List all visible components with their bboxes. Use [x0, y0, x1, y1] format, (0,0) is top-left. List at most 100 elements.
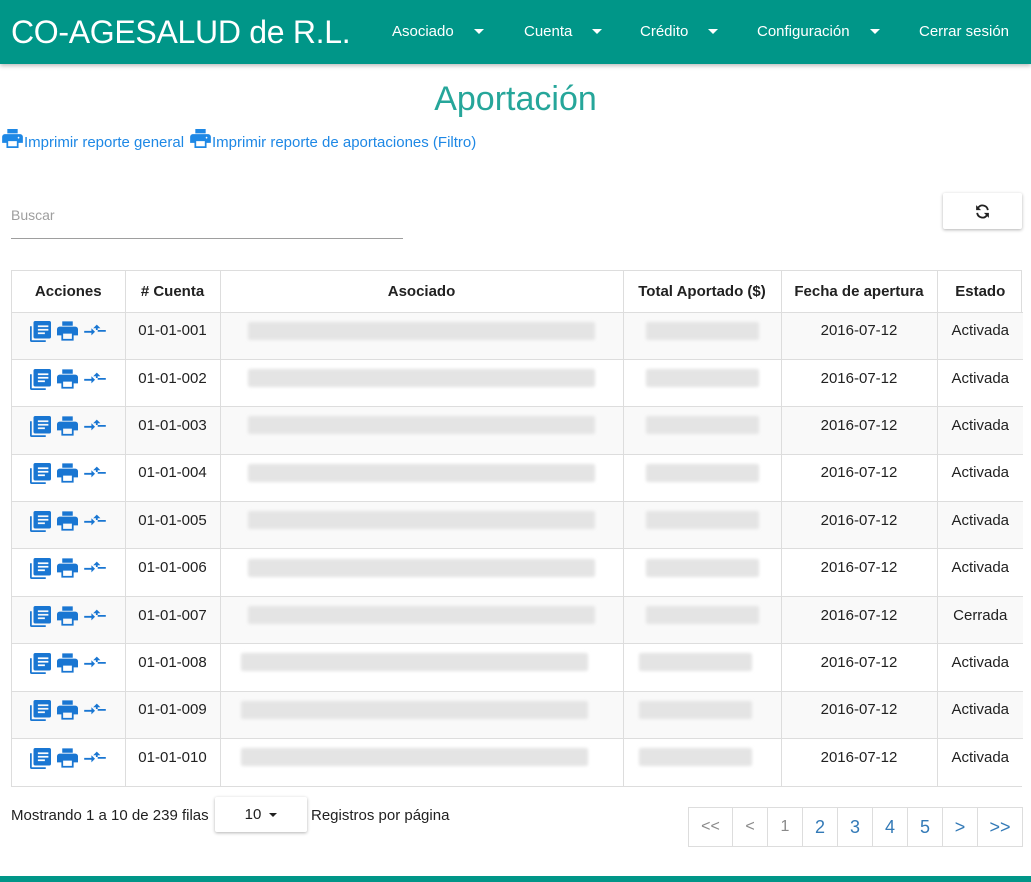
total-cell-redacted [622, 548, 781, 597]
table-row: 01-01-006 2016-07-12 Activada [12, 548, 1023, 597]
printer-icon[interactable] [57, 748, 79, 769]
table-row: 01-01-002 2016-07-12 Activada [12, 358, 1023, 407]
printer-icon[interactable] [57, 463, 79, 484]
menu-configuracion[interactable]: Configuración [757, 22, 880, 42]
page-prev[interactable]: < [732, 807, 768, 847]
actions-cell [12, 595, 125, 644]
column-header-fecha[interactable]: Fecha de apertura [780, 271, 937, 313]
printer-icon[interactable] [57, 416, 79, 437]
actions-cell [12, 643, 125, 692]
transfer-icon[interactable] [84, 321, 107, 342]
cuenta-cell: 01-01-004 [124, 453, 220, 502]
refresh-button[interactable] [943, 193, 1022, 229]
estado-cell: Activada [936, 501, 1023, 549]
redacted-name [241, 653, 588, 672]
transfer-icon[interactable] [84, 463, 107, 484]
printer-icon[interactable] [57, 558, 79, 579]
asociado-cell-redacted [219, 643, 623, 692]
document-icon[interactable] [30, 510, 52, 532]
redacted-amount [645, 463, 759, 482]
printer-icon[interactable] [57, 700, 79, 721]
actions-cell [12, 738, 125, 786]
fecha-cell: 2016-07-12 [780, 643, 937, 692]
estado-cell: Activada [936, 358, 1023, 407]
redacted-name [248, 606, 595, 625]
search-field [11, 200, 403, 239]
menu-credito[interactable]: Crédito [640, 22, 719, 42]
transfer-icon[interactable] [84, 369, 107, 390]
document-icon[interactable] [30, 747, 52, 769]
table-row: 01-01-010 2016-07-12 Activada [12, 738, 1023, 786]
table-row: 01-01-007 2016-07-12 Cerrada [12, 595, 1023, 644]
search-input[interactable] [11, 200, 403, 230]
footer-bar [0, 876, 1031, 882]
column-header-total[interactable]: Total Aportado ($) [622, 271, 781, 313]
transfer-icon[interactable] [84, 558, 107, 579]
printer-icon [190, 128, 211, 148]
redacted-name [241, 748, 588, 767]
brand-title[interactable]: CO-AGESALUD de R.L. [11, 12, 351, 52]
fecha-cell: 2016-07-12 [780, 358, 937, 407]
page-last[interactable]: >> [977, 807, 1023, 847]
page-5[interactable]: 5 [907, 807, 943, 847]
document-icon[interactable] [30, 368, 52, 390]
actions-cell [12, 453, 125, 502]
printer-icon[interactable] [57, 511, 79, 532]
redacted-amount [645, 369, 759, 388]
table-row: 01-01-003 2016-07-12 Activada [12, 406, 1023, 455]
asociado-cell-redacted [219, 358, 623, 407]
total-cell-redacted [622, 643, 781, 692]
page-1[interactable]: 1 [767, 807, 803, 847]
caret-down-icon [708, 28, 719, 34]
page-4[interactable]: 4 [872, 807, 908, 847]
estado-cell: Activada [936, 453, 1023, 502]
redacted-amount [638, 700, 752, 719]
estado-cell: Activada [936, 311, 1023, 360]
caret-down-icon [869, 28, 880, 34]
page-3[interactable]: 3 [837, 807, 873, 847]
menu-cerrar-sesion[interactable]: Cerrar sesión [919, 22, 1009, 42]
printer-icon[interactable] [57, 368, 79, 390]
page-size-dropdown[interactable]: 10 [215, 797, 307, 832]
transfer-icon[interactable] [84, 416, 107, 437]
printer-icon[interactable] [57, 605, 79, 627]
cuenta-cell: 01-01-002 [124, 358, 220, 407]
printer-icon[interactable] [57, 321, 79, 342]
document-icon[interactable] [30, 700, 52, 722]
document-icon[interactable] [30, 415, 52, 437]
page-2[interactable]: 2 [802, 807, 838, 847]
printer-icon[interactable] [57, 653, 79, 674]
cuenta-cell: 01-01-009 [124, 690, 220, 739]
table-row: 01-01-009 2016-07-12 Activada [12, 690, 1023, 739]
document-icon[interactable] [30, 605, 52, 627]
column-header-acciones[interactable]: Acciones [12, 271, 125, 313]
transfer-icon[interactable] [84, 606, 107, 627]
document-icon[interactable] [30, 463, 52, 485]
document-icon[interactable] [30, 321, 52, 343]
print-general-report-link[interactable]: Imprimir reporte general [2, 128, 184, 153]
page-next[interactable]: > [942, 807, 978, 847]
actions-cell [12, 501, 125, 549]
document-icon[interactable] [30, 558, 52, 580]
column-header-asociado[interactable]: Asociado [219, 271, 623, 313]
transfer-icon[interactable] [84, 511, 107, 532]
table-row: 01-01-001 2016-07-12 Activada [12, 311, 1023, 360]
page-first[interactable]: << [688, 807, 733, 847]
table-body: 01-01-001 2016-07-12 Activada 01-01-002 2016… [12, 311, 1023, 786]
transfer-icon[interactable] [84, 700, 107, 721]
redacted-name [248, 558, 595, 577]
column-header-cuenta[interactable]: # Cuenta [124, 271, 220, 313]
redacted-name [248, 321, 595, 340]
transfer-icon[interactable] [84, 653, 107, 674]
redacted-name [248, 511, 595, 530]
column-header-estado[interactable]: Estado [936, 271, 1023, 313]
top-navbar: CO-AGESALUD de R.L. Asociado Cuenta Créd… [0, 0, 1031, 64]
print-filtered-report-link[interactable]: Imprimir reporte de aportaciones (Filtro… [190, 128, 476, 153]
menu-cuenta[interactable]: Cuenta [524, 22, 603, 42]
document-icon[interactable] [30, 652, 52, 674]
actions-cell [12, 690, 125, 739]
asociado-cell-redacted [219, 690, 623, 739]
total-cell-redacted [622, 406, 781, 455]
menu-asociado[interactable]: Asociado [392, 22, 484, 42]
transfer-icon[interactable] [84, 748, 107, 769]
